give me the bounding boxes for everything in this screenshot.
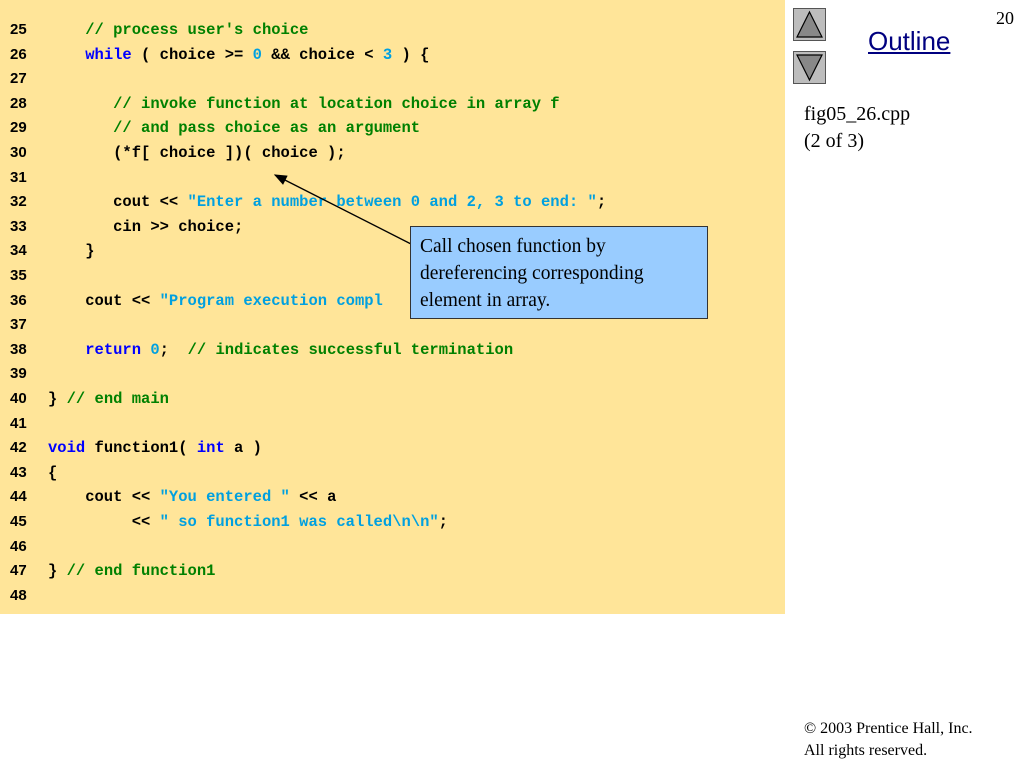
triangle-down-icon [796, 54, 823, 82]
copyright-symbol: © [804, 720, 817, 737]
copyright-line1: 2003 Prentice Hall, Inc. [816, 720, 973, 737]
page-number: 20 [996, 8, 1014, 28]
file-name: fig05_26.cpp [804, 103, 911, 125]
copyright-notice: © 2003 Prentice Hall, Inc. All rights re… [804, 718, 973, 762]
callout-box: Call chosen function by dereferencing co… [410, 226, 708, 319]
copyright-line2: All rights reserved. [804, 742, 928, 759]
figure-caption: fig05_26.cpp (2 of 3) [804, 101, 910, 155]
previous-slide-button[interactable] [793, 8, 826, 41]
outline-link[interactable]: Outline [868, 26, 950, 57]
triangle-up-icon [796, 10, 823, 38]
next-slide-button[interactable] [793, 51, 826, 84]
callout-text: Call chosen function by dereferencing co… [420, 236, 644, 311]
part-indicator: (2 of 3) [804, 130, 864, 152]
